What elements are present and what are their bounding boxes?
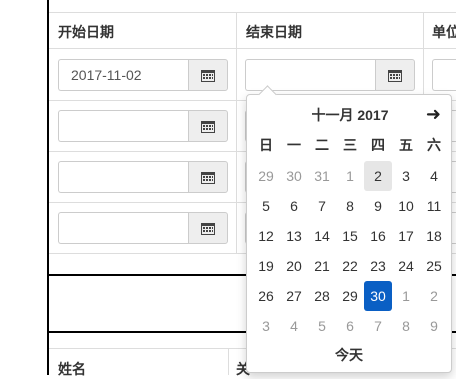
start-date-input[interactable] bbox=[58, 212, 188, 244]
calendar-button[interactable] bbox=[188, 212, 228, 244]
table-header-border bbox=[49, 48, 456, 49]
day-cell[interactable]: 20 bbox=[280, 251, 308, 281]
day-cell-selected[interactable]: 30 bbox=[364, 281, 392, 311]
day-cell[interactable]: 7 bbox=[308, 191, 336, 221]
day-cell[interactable]: 21 bbox=[308, 251, 336, 281]
end-date-group bbox=[245, 59, 415, 91]
day-cell[interactable]: 9 bbox=[420, 311, 448, 341]
weekday-label: 六 bbox=[427, 137, 441, 153]
day-cell[interactable]: 25 bbox=[420, 251, 448, 281]
today-button[interactable]: 今天 bbox=[247, 345, 451, 365]
day-cell[interactable]: 28 bbox=[308, 281, 336, 311]
week-row: 5 6 7 8 9 10 11 bbox=[252, 191, 448, 221]
day-cell[interactable]: 8 bbox=[392, 311, 420, 341]
week-row: 19 20 21 22 23 24 25 bbox=[252, 251, 448, 281]
day-cell[interactable]: 6 bbox=[336, 311, 364, 341]
day-cell[interactable]: 7 bbox=[364, 311, 392, 341]
header-name: 姓名 bbox=[58, 361, 86, 377]
day-cell[interactable]: 18 bbox=[420, 221, 448, 251]
day-cell[interactable]: 16 bbox=[364, 221, 392, 251]
day-cell[interactable]: 10 bbox=[392, 191, 420, 221]
start-date-input[interactable] bbox=[58, 110, 188, 142]
day-cell[interactable]: 27 bbox=[280, 281, 308, 311]
day-cell[interactable]: 19 bbox=[252, 251, 280, 281]
day-cell[interactable]: 22 bbox=[336, 251, 364, 281]
day-cell[interactable]: 3 bbox=[392, 161, 420, 191]
day-cell[interactable]: 8 bbox=[336, 191, 364, 221]
day-cell[interactable]: 2 bbox=[420, 281, 448, 311]
start-date-group bbox=[58, 212, 228, 244]
calendar-button[interactable] bbox=[188, 110, 228, 142]
day-cell[interactable]: 23 bbox=[364, 251, 392, 281]
start-date-group: 2017-11-02 bbox=[58, 59, 228, 91]
day-cell[interactable]: 15 bbox=[336, 221, 364, 251]
start-date-group bbox=[58, 110, 228, 142]
day-cell[interactable]: 5 bbox=[252, 191, 280, 221]
day-cell[interactable]: 4 bbox=[280, 311, 308, 341]
day-cell[interactable]: 24 bbox=[392, 251, 420, 281]
calendar-icon bbox=[201, 69, 215, 82]
week-row: 12 13 14 15 16 17 18 bbox=[252, 221, 448, 251]
start-date-input[interactable]: 2017-11-02 bbox=[58, 59, 188, 91]
day-cell[interactable]: 1 bbox=[336, 161, 364, 191]
end-date-input[interactable] bbox=[245, 59, 375, 91]
week-row: 3 4 5 6 7 8 9 bbox=[252, 311, 448, 341]
day-cell[interactable]: 4 bbox=[420, 161, 448, 191]
week-row: 26 27 28 29 30 1 2 bbox=[252, 281, 448, 311]
table-top-border bbox=[49, 12, 456, 13]
calendar-icon bbox=[201, 120, 215, 133]
day-cell[interactable]: 5 bbox=[308, 311, 336, 341]
day-cell[interactable]: 11 bbox=[420, 191, 448, 221]
weekday-header: 日 一 二 三 四 五 六 bbox=[252, 135, 448, 155]
day-cell[interactable]: 29 bbox=[252, 161, 280, 191]
day-cell[interactable]: 14 bbox=[308, 221, 336, 251]
day-cell[interactable]: 6 bbox=[280, 191, 308, 221]
calendar-button[interactable] bbox=[375, 59, 415, 91]
header-start-date: 开始日期 bbox=[58, 24, 114, 40]
header-end-date: 结束日期 bbox=[246, 24, 302, 40]
datepicker-month-title[interactable]: 十一月 2017 bbox=[295, 105, 405, 125]
day-cell[interactable]: 3 bbox=[252, 311, 280, 341]
weekday-label: 日 bbox=[259, 137, 273, 153]
calendar-icon bbox=[201, 222, 215, 235]
weekday-label: 二 bbox=[315, 137, 329, 153]
unit-input[interactable] bbox=[432, 59, 456, 91]
calendar-button[interactable] bbox=[188, 59, 228, 91]
datepicker-days: 29 30 31 1 2 3 4 5 6 7 8 9 10 11 12 13 1… bbox=[252, 161, 448, 341]
day-cell[interactable]: 29 bbox=[336, 281, 364, 311]
weekday-label: 一 bbox=[287, 137, 301, 153]
weekday-label: 三 bbox=[343, 137, 357, 153]
col-border bbox=[236, 12, 237, 254]
day-cell[interactable]: 17 bbox=[392, 221, 420, 251]
panel-border-left bbox=[47, 0, 49, 375]
day-cell-highlighted[interactable]: 2 bbox=[364, 161, 392, 191]
weekday-label: 五 bbox=[399, 137, 413, 153]
col-border bbox=[228, 348, 229, 375]
day-cell[interactable]: 9 bbox=[364, 191, 392, 221]
day-cell[interactable]: 1 bbox=[392, 281, 420, 311]
week-row: 29 30 31 1 2 3 4 bbox=[252, 161, 448, 191]
day-cell[interactable]: 30 bbox=[280, 161, 308, 191]
arrow-right-icon[interactable]: ➜ bbox=[426, 104, 441, 125]
calendar-icon bbox=[201, 171, 215, 184]
start-date-group bbox=[58, 161, 228, 193]
start-date-input[interactable] bbox=[58, 161, 188, 193]
calendar-button[interactable] bbox=[188, 161, 228, 193]
day-cell[interactable]: 26 bbox=[252, 281, 280, 311]
day-cell[interactable]: 12 bbox=[252, 221, 280, 251]
day-cell[interactable]: 31 bbox=[308, 161, 336, 191]
day-cell[interactable]: 13 bbox=[280, 221, 308, 251]
datepicker-popup: 十一月 2017 ➜ 日 一 二 三 四 五 六 29 30 31 1 2 3 … bbox=[246, 85, 452, 373]
weekday-label: 四 bbox=[371, 137, 385, 153]
header-unit: 单位 bbox=[432, 24, 456, 40]
calendar-icon bbox=[388, 69, 402, 82]
